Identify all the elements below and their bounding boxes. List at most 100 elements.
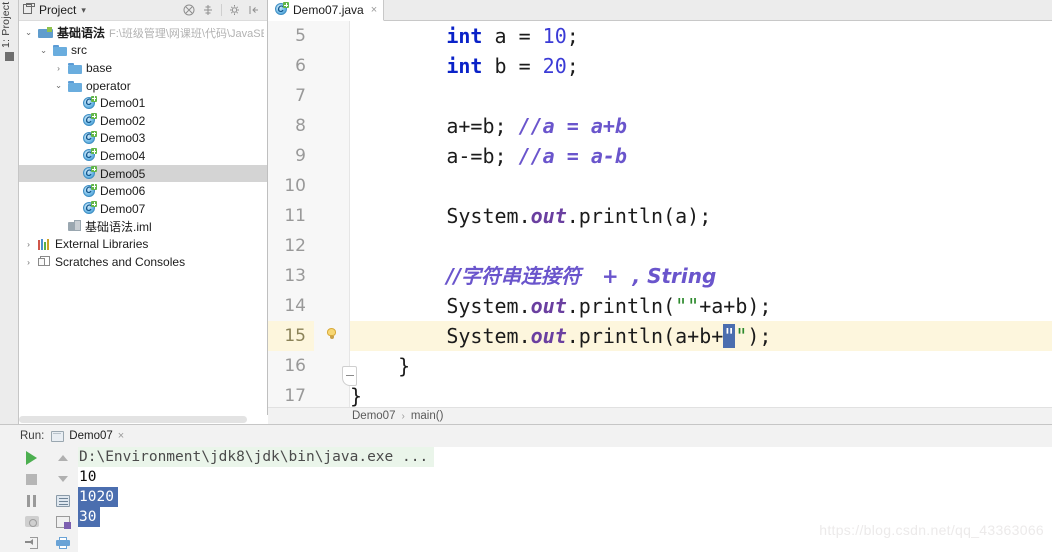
run-toolbar-column-left xyxy=(16,447,47,552)
tree-expand-arrow[interactable]: › xyxy=(68,151,79,161)
editor-tab-bar-empty xyxy=(384,0,1052,21)
intention-bulb-gutter[interactable] xyxy=(314,321,350,351)
tree-expand-arrow[interactable]: ⌄ xyxy=(53,80,64,91)
tree-expand-arrow[interactable]: › xyxy=(68,204,79,214)
project-tool-window: Project ▾ ⌄ 基础语法 F:\班级管理\网课班\代码\JavaS ⌄ … xyxy=(19,0,268,424)
code-content[interactable]: int a = 10; int b = 20; a+=b; //a = a+b … xyxy=(350,21,1052,407)
module-icon xyxy=(38,26,53,39)
camera-icon[interactable] xyxy=(21,513,43,530)
tree-expand-arrow[interactable]: › xyxy=(23,257,34,267)
run-tab-label: Demo07 xyxy=(69,430,113,442)
tree-item-external-libraries[interactable]: › External Libraries xyxy=(19,235,267,253)
tree-expand-arrow[interactable]: ⌄ xyxy=(38,45,49,56)
expand-icon[interactable] xyxy=(202,4,214,16)
line-number-9[interactable]: 9 xyxy=(268,141,314,171)
tree-expand-arrow[interactable]: › xyxy=(53,63,64,73)
tree-expand-arrow[interactable]: ⌄ xyxy=(23,27,34,38)
tree-item-base[interactable]: › base xyxy=(19,59,267,77)
tree-expand-arrow[interactable]: › xyxy=(68,133,79,143)
tree-item-iml[interactable]: › 基础语法.iml xyxy=(19,218,267,236)
tree-item-src[interactable]: ⌄ src xyxy=(19,42,267,60)
tree-item-label: src xyxy=(71,43,87,58)
java-class-icon: C xyxy=(83,95,97,110)
tree-expand-arrow[interactable]: › xyxy=(68,98,79,108)
tree-expand-arrow[interactable]: › xyxy=(68,169,79,179)
tree-item-demo04[interactable]: › CDemo04 xyxy=(19,147,267,165)
tree-item-operator[interactable]: ⌄ operator xyxy=(19,77,267,95)
stop-icon[interactable] xyxy=(21,470,43,487)
line-number-10[interactable]: 10 xyxy=(268,171,314,201)
java-class-icon: C xyxy=(275,2,289,17)
tree-item-demo07[interactable]: › CDemo07 xyxy=(19,200,267,218)
code-line-17: } xyxy=(350,384,363,407)
line-number-15[interactable]: 15 xyxy=(268,321,314,351)
run-toolbar[interactable] xyxy=(16,447,78,552)
tree-item-[interactable]: ⌄ 基础语法F:\班级管理\网课班\代码\JavaSE\基础 xyxy=(19,24,267,42)
code-fold-marker[interactable] xyxy=(342,366,357,386)
line-number-16[interactable]: 16 xyxy=(268,351,314,381)
code-viewport[interactable]: 5 6 7 8 9 10 11 12 13 14 15 16 17 int a = 10; int b … xyxy=(268,21,1052,407)
tree-expand-arrow[interactable]: › xyxy=(68,186,79,196)
structure-stripe-icon[interactable] xyxy=(5,52,14,61)
run-tab-demo07[interactable]: Demo07 × xyxy=(51,430,124,442)
code-line-8: a+=b; //a = a+b xyxy=(446,114,627,138)
editor-gutter[interactable]: 5 6 7 8 9 10 11 12 13 14 15 16 17 xyxy=(268,21,350,407)
exit-icon[interactable] xyxy=(21,535,43,552)
project-tree[interactable]: ⌄ 基础语法F:\班级管理\网课班\代码\JavaSE\基础 ⌄ src › base ⌄ o… xyxy=(19,21,267,270)
folder-icon xyxy=(68,62,82,74)
scrollbar-thumb[interactable] xyxy=(19,416,247,423)
breadcrumb-method[interactable]: main() xyxy=(411,410,444,422)
project-panel-hscrollbar[interactable] xyxy=(19,415,268,424)
tree-item-label: Scratches and Consoles xyxy=(55,254,186,269)
tab-demo07-java[interactable]: C Demo07.java × xyxy=(268,0,385,21)
java-class-icon: C xyxy=(83,183,97,198)
tree-item-scratches-and-consoles[interactable]: › Scratches and Consoles xyxy=(19,253,267,271)
tree-expand-arrow[interactable]: › xyxy=(68,116,79,126)
tree-item-demo06[interactable]: › CDemo06 xyxy=(19,182,267,200)
close-icon[interactable]: × xyxy=(371,4,377,16)
tree-item-label: 基础语法 xyxy=(57,26,106,41)
line-number-17[interactable]: 17 xyxy=(268,381,314,407)
line-number-7[interactable]: 7 xyxy=(268,81,314,111)
sidebar-item-project-stripe[interactable]: 1: Project xyxy=(0,0,19,48)
close-icon[interactable]: × xyxy=(118,430,124,442)
line-number-13[interactable]: 13 xyxy=(268,261,314,291)
export-icon[interactable] xyxy=(52,513,74,530)
tree-item-demo03[interactable]: › CDemo03 xyxy=(19,130,267,148)
line-number-14[interactable]: 14 xyxy=(268,291,314,321)
line-number-8[interactable]: 8 xyxy=(268,111,314,141)
tree-expand-arrow[interactable]: › xyxy=(53,221,64,231)
scroll-down-icon[interactable] xyxy=(52,470,74,487)
chevron-down-icon[interactable]: ▾ xyxy=(81,5,86,16)
gutter-icon-column[interactable] xyxy=(314,21,350,407)
tree-item-demo05[interactable]: › CDemo05 xyxy=(19,164,267,183)
hide-panel-icon[interactable] xyxy=(248,4,260,16)
scroll-up-icon[interactable] xyxy=(52,449,74,466)
tree-item-label: Demo02 xyxy=(100,113,146,128)
tree-item-demo02[interactable]: › CDemo02 xyxy=(19,112,267,130)
code-line-13: //字符串连接符 + , String xyxy=(446,264,717,288)
breadcrumb[interactable]: Demo07 › main() xyxy=(268,407,1052,424)
print-icon[interactable] xyxy=(52,535,74,552)
line-number-12[interactable]: 12 xyxy=(268,231,314,261)
pause-icon[interactable] xyxy=(21,492,43,509)
breadcrumb-class[interactable]: Demo07 xyxy=(352,410,395,422)
tree-item-demo01[interactable]: › CDemo01 xyxy=(19,94,267,112)
gear-icon[interactable] xyxy=(229,4,241,16)
line-number-6[interactable]: 6 xyxy=(268,51,314,81)
soft-wrap-icon[interactable] xyxy=(52,492,74,509)
project-panel-title: Project xyxy=(39,3,77,17)
line-number-5[interactable]: 5 xyxy=(268,21,314,51)
tree-expand-arrow[interactable]: › xyxy=(23,239,34,249)
left-tool-stripe: 1: Project xyxy=(0,0,19,424)
code-line-14: System.out.println(""+a+b); xyxy=(446,294,772,318)
collapse-all-icon[interactable] xyxy=(183,4,195,16)
toolbar-divider xyxy=(221,4,222,16)
lightbulb-icon[interactable] xyxy=(327,328,336,339)
iml-file-icon xyxy=(68,220,81,232)
rerun-icon[interactable] xyxy=(21,449,43,466)
folder-icon xyxy=(53,44,67,57)
line-number-11[interactable]: 11 xyxy=(268,201,314,231)
tree-item-label: Demo03 xyxy=(100,131,146,146)
